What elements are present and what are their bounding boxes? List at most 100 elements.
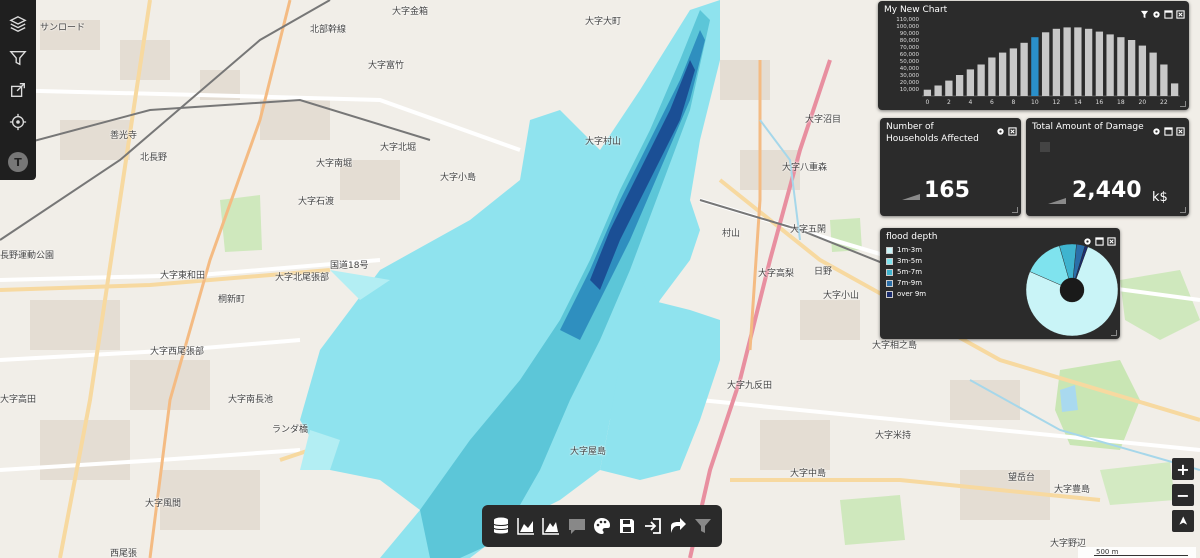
households-value: 165 — [924, 178, 970, 203]
damage-value: 2,440 — [1072, 178, 1142, 203]
bar — [977, 64, 985, 96]
bar — [1063, 27, 1071, 96]
x-tick-label: 8 — [1011, 99, 1015, 106]
map-label: 大字石渡 — [298, 197, 335, 207]
map-label: 国道18号 — [330, 261, 369, 271]
widget-title-line: Households Affected — [886, 134, 979, 144]
bar — [1041, 32, 1050, 96]
y-tick-label: 20,000 — [900, 80, 920, 86]
bar — [1095, 31, 1104, 97]
scale-bar: 500 m — [1078, 547, 1196, 558]
bar — [1052, 28, 1061, 96]
x-tick-label: 20 — [1139, 99, 1147, 106]
bar — [1084, 28, 1093, 96]
map-label: 大字相之島 — [872, 341, 918, 351]
bar — [1074, 27, 1082, 96]
mountain-chart-icon[interactable] — [540, 515, 562, 537]
placeholder-icon — [1040, 142, 1050, 152]
database-icon[interactable] — [490, 515, 512, 537]
damage-unit: k$ — [1152, 190, 1168, 205]
share-icon[interactable] — [667, 515, 689, 537]
bar — [1127, 40, 1136, 96]
map-label: 大字豊島 — [1054, 485, 1091, 495]
y-tick-label: 80,000 — [900, 38, 920, 44]
zoom-in-button[interactable]: + — [1172, 458, 1194, 480]
bottom-toolbar — [482, 505, 722, 547]
y-tick-label: 10,000 — [900, 87, 920, 93]
y-tick-label: 70,000 — [900, 45, 920, 51]
resize-handle[interactable] — [1180, 207, 1186, 213]
import-icon[interactable] — [642, 515, 664, 537]
bar — [1031, 37, 1039, 96]
x-tick-label: 14 — [1074, 99, 1082, 106]
map-label: 大字小島 — [440, 173, 477, 183]
gear-icon[interactable] — [996, 121, 1005, 135]
bar — [945, 80, 953, 96]
x-tick-label: 22 — [1160, 99, 1168, 106]
resize-handle[interactable] — [1012, 207, 1018, 213]
location-icon[interactable] — [6, 110, 30, 134]
bar-chart-widget: My New Chart 10,000 20,000 30,000 40,000 50,… — [878, 1, 1189, 110]
widget-controls — [1152, 121, 1185, 136]
bar — [1138, 45, 1147, 96]
x-tick-label: 0 — [925, 99, 929, 106]
bar — [1020, 42, 1028, 96]
filter-icon[interactable] — [692, 515, 714, 537]
bar — [1106, 34, 1114, 96]
y-tick-label: 40,000 — [900, 66, 920, 72]
save-icon[interactable] — [616, 515, 638, 537]
x-tick-label: 10 — [1031, 99, 1039, 106]
map-label: 日野 — [814, 267, 833, 277]
map-label: 大字北尾張部 — [275, 273, 330, 283]
trend-indicator-icon — [1048, 198, 1066, 204]
flood-depth-widget: flood depth 1m-3m 3m-5m 5m-7m 7m-9m over… — [880, 228, 1120, 339]
map-label: 大字小山 — [823, 291, 860, 301]
map-label: 望岳台 — [1008, 473, 1036, 483]
zoom-out-button[interactable]: − — [1172, 484, 1194, 506]
bar-chart: 10,00020,00030,00040,00050,00060,00070,0… — [896, 17, 1180, 106]
bar — [955, 75, 964, 96]
avatar[interactable]: T — [8, 152, 28, 172]
map-label: サンロード — [40, 23, 86, 33]
share-icon[interactable] — [6, 78, 30, 102]
close-icon[interactable] — [1176, 121, 1185, 136]
widget-title: Number of Households Affected — [886, 121, 979, 145]
bar — [1149, 52, 1157, 96]
map-label: 桐新町 — [218, 295, 246, 305]
filter-icon[interactable] — [6, 46, 30, 70]
map-label: 大字九反田 — [727, 381, 773, 391]
bar — [934, 85, 942, 96]
comment-icon[interactable] — [566, 515, 588, 537]
bar — [1170, 83, 1179, 96]
bar — [1160, 64, 1168, 96]
resize-handle[interactable] — [1111, 330, 1117, 336]
resize-handle[interactable] — [1180, 101, 1186, 107]
maximize-icon[interactable] — [1164, 121, 1173, 136]
map-label: 大字東和田 — [160, 271, 206, 281]
close-icon[interactable] — [1008, 121, 1017, 136]
y-tick-label: 60,000 — [900, 52, 920, 58]
map-label: 北長野 — [140, 153, 168, 163]
x-tick-label: 2 — [947, 99, 951, 106]
gear-icon[interactable] — [1152, 121, 1161, 135]
pie-chart — [1025, 243, 1119, 337]
households-widget: Number of Households Affected 165 — [880, 118, 1021, 216]
map-label: 村山 — [722, 229, 741, 239]
y-tick-label: 100,000 — [896, 24, 919, 30]
bar — [988, 57, 996, 96]
map-label: 大字西尾張部 — [150, 347, 205, 357]
left-toolbar: T — [0, 0, 36, 180]
map-label: 大字村山 — [585, 137, 622, 147]
map-label: 大字大町 — [585, 17, 622, 27]
map-label: 大字五閑 — [790, 225, 827, 235]
layers-icon[interactable] — [6, 12, 30, 36]
map-label: 大字八重森 — [782, 163, 828, 173]
x-tick-label: 16 — [1096, 99, 1104, 106]
damage-widget: Total Amount of Damage 2,440 k$ — [1026, 118, 1189, 216]
palette-icon[interactable] — [591, 515, 613, 537]
map-label: 大字北堀 — [380, 143, 417, 153]
y-tick-label: 110,000 — [896, 17, 919, 23]
north-arrow-button[interactable]: ➤ — [1172, 510, 1194, 532]
area-chart-icon[interactable] — [515, 515, 537, 537]
map-label: 北部幹線 — [310, 25, 347, 35]
